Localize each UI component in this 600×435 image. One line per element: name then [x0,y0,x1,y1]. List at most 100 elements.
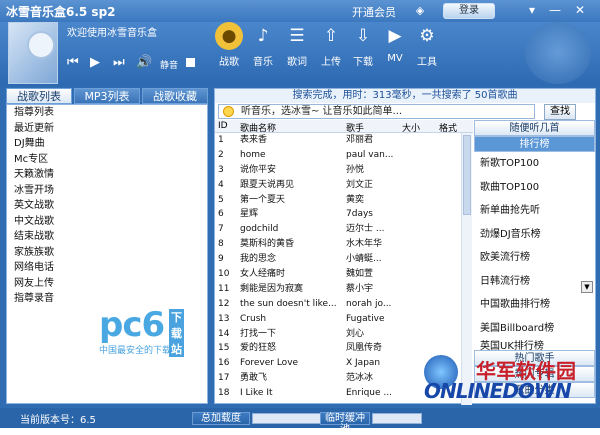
table-row[interactable]: 3 说你平安 孙悦 [215,163,473,178]
mute-checkbox[interactable] [186,58,195,67]
vip-link[interactable]: 开通会员 [352,4,396,20]
search-input[interactable]: 听音乐，选冰雪~ 让音乐如此简单... [218,104,535,119]
rank-item[interactable]: 中国歌曲排行榜 [474,293,595,317]
tool-music[interactable]: ♪ 音乐 [246,22,280,68]
row-id: 8 [218,239,224,250]
list-item[interactable]: Mc专区 [7,152,207,168]
list-item[interactable]: 网友上传 [7,276,207,292]
row-title: 女人经痛时 [240,269,286,280]
rank-item[interactable]: 新歌TOP100 [474,152,595,176]
list-item[interactable]: 中文战歌 [7,214,207,230]
table-row[interactable]: 9 我的思念 小蜻蜓... [215,252,473,267]
skin-icon[interactable]: ◈ [412,3,428,18]
table-row[interactable]: 14 打找一下 刘心 [215,327,473,342]
row-id: 6 [218,209,224,220]
close-button[interactable]: ✕ [570,2,590,19]
row-title: 星辉 [240,209,259,220]
tab-favorites[interactable]: 战歌收藏 [142,88,208,104]
table-row[interactable]: 11 剩能是因为寂寞 蔡小宇 [215,282,473,297]
rank-item[interactable]: 歌曲TOP100 [474,176,595,200]
total-load-label: 总加载度 [192,412,250,425]
rank-item[interactable]: 新单曲抢先听 [474,199,595,223]
row-title: I Like It [240,388,273,399]
col-id[interactable]: ID [218,121,228,131]
search-icon [223,106,234,117]
rank-item[interactable]: 劲爆DJ音乐榜 [474,223,595,247]
tool-upload[interactable]: ⇧ 上传 [314,22,348,68]
login-button[interactable]: 登录 [443,3,495,19]
table-row[interactable]: 2 home paul van... [215,148,473,163]
table-row[interactable]: 7 godchild 迈尔士 ... [215,222,473,237]
table-row[interactable]: 1 表来香 邓丽君 [215,133,473,148]
row-title: 莫斯科的黄昏 [240,239,295,250]
rank-item[interactable]: 美国Billboard榜 [474,317,595,341]
row-title: Forever Love [240,358,299,369]
list-item[interactable]: 天籁激情 [7,167,207,183]
find-button[interactable]: 查找 [544,104,576,120]
list-item[interactable]: 家族族歌 [7,245,207,261]
row-id: 9 [218,254,224,265]
row-artist: 蔡小宇 [346,283,374,294]
row-title: 说你平安 [240,164,277,175]
row-title: 剩能是因为寂寞 [240,283,304,294]
restore-button[interactable]: — [545,2,565,19]
row-artist: Enrique ... [346,388,392,399]
rank-item[interactable]: 日韩流行榜 [474,270,595,294]
chevron-down-icon[interactable]: ▼ [581,281,593,293]
row-id: 17 [218,373,230,384]
table-row[interactable]: 13 Crush Fugative [215,312,473,327]
row-id: 4 [218,179,224,190]
play-button[interactable]: ▶ [90,55,100,70]
tab-mp3-list[interactable]: MP3列表 [74,88,140,104]
tool-download[interactable]: ⇩ 下载 [346,22,380,68]
row-artist: 小蜻蜓... [346,254,382,265]
table-row[interactable]: 10 女人经痛时 魏如萱 [215,267,473,282]
tab-zhange-list[interactable]: 战歌列表 [6,88,72,104]
list-item[interactable]: 结束战歌 [7,229,207,245]
row-title: 打找一下 [240,328,277,339]
row-title: 跟夏天说再见 [240,179,295,190]
tool-tools[interactable]: ⚙ 工具 [410,22,444,68]
row-id: 18 [218,388,230,399]
list-item[interactable]: 网络电话 [7,260,207,276]
download-icon: ⇩ [355,26,371,46]
tool-label: 音乐 [253,57,273,68]
list-item[interactable]: DJ舞曲 [7,136,207,152]
rank-item[interactable]: 英国UK排行榜 [474,340,595,350]
table-row[interactable]: 5 第一个夏天 黄奕 [215,193,473,208]
search-status: 搜索完成，用时：313毫秒，一共搜索了 50首歌曲 [215,89,595,103]
row-artist: 黄奕 [346,194,365,205]
row-artist: 水木年华 [346,239,383,250]
minimize-button[interactable]: ▾ [522,2,542,19]
ranking-header[interactable]: 排行榜 [474,136,595,152]
table-row[interactable]: 8 莫斯科的黄昏 水木年华 [215,237,473,252]
row-artist: norah jo... [346,298,392,309]
lyrics-icon: ☰ [289,26,305,46]
list-item[interactable]: 冰雪开场 [7,183,207,199]
row-id: 11 [218,283,230,294]
row-id: 16 [218,358,230,369]
tool-lyrics[interactable]: ☰ 歌词 [280,22,314,68]
prev-button[interactable]: ⏮ [67,55,79,70]
tool-zhange[interactable]: ● 战歌 [212,22,246,68]
random-play-button[interactable]: 随便听几首 [474,120,595,136]
scrollbar-thumb[interactable] [463,135,471,215]
tool-mv[interactable]: ▶ MV [378,22,412,64]
title-bar: 冰雪音乐盒6.5 sp2 开通会员 ◈ 登录 ▾ — ✕ [0,0,600,22]
rank-item[interactable]: 欧美流行榜 [474,246,595,270]
list-item[interactable]: 英文战歌 [7,198,207,214]
tool-label: 下载 [353,57,373,68]
next-button[interactable]: ⏭ [113,55,125,70]
table-row[interactable]: 12 the sun doesn't like... norah jo... [215,297,473,312]
list-item[interactable]: 指尊列表 [7,105,207,121]
row-title: 第一个夏天 [240,194,286,205]
gear-icon: ⚙ [419,26,435,46]
row-artist: 7days [346,209,373,220]
table-row[interactable]: 4 跟夏天说再见 刘文正 [215,178,473,193]
table-row[interactable]: 6 星辉 7days [215,207,473,222]
volume-icon[interactable]: 🔊 [136,55,152,70]
buffer-bar [372,413,422,424]
row-id: 3 [218,164,224,175]
list-item[interactable]: 最近更新 [7,121,207,137]
watermark: pc6 下载站 中国最安全的下载站 [99,305,184,357]
